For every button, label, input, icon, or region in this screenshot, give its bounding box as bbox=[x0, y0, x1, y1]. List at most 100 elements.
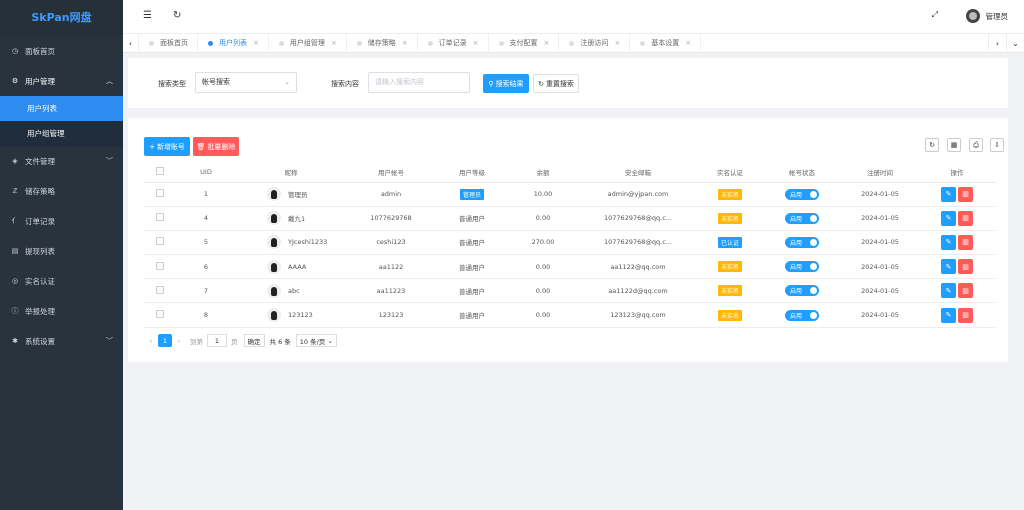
status-toggle[interactable]: 启用 bbox=[785, 261, 819, 273]
column-header[interactable]: 用户帐号 bbox=[346, 162, 436, 183]
search-input[interactable]: 请输入搜索内容 bbox=[368, 72, 470, 93]
column-header[interactable]: 注册时间 bbox=[842, 162, 918, 183]
fullscreen-icon[interactable]: ⤢ bbox=[932, 10, 938, 20]
status-toggle[interactable]: 启用 bbox=[785, 285, 819, 297]
refresh-icon[interactable]: ↻ bbox=[173, 10, 181, 21]
tab-dot-icon bbox=[356, 40, 362, 46]
tab-basic-settings[interactable]: 基本设置 × bbox=[630, 33, 702, 53]
sidebar-item-settings[interactable]: ✱ 系统设置 ﹀ bbox=[0, 326, 123, 356]
tab-registration[interactable]: 注册访问 × bbox=[559, 33, 631, 53]
select-all-checkbox[interactable] bbox=[156, 166, 164, 175]
sidebar-item-label: 实名认证 bbox=[25, 276, 55, 286]
tab-label: 订单记录 bbox=[438, 39, 467, 47]
sidebar-item-user-management[interactable]: ⚙ 用户管理 ︿ bbox=[0, 66, 123, 96]
balance-cell: 0.00 bbox=[508, 278, 578, 304]
row-checkbox[interactable] bbox=[156, 285, 164, 294]
tabs-dropdown-icon[interactable]: ⌄ bbox=[1006, 34, 1024, 53]
app-logo[interactable]: SkPan网盘 bbox=[0, 0, 123, 36]
delete-button[interactable]: ▥ bbox=[958, 283, 973, 299]
tab-user-list[interactable]: 用户列表 × bbox=[198, 33, 269, 53]
edit-button[interactable]: ✎ bbox=[941, 259, 956, 275]
edit-button[interactable]: ✎ bbox=[941, 186, 956, 202]
prev-page-icon[interactable]: ‹ bbox=[144, 334, 158, 347]
close-icon[interactable]: × bbox=[544, 39, 550, 47]
search-button[interactable]: ⚲ 搜索结果 bbox=[483, 74, 529, 93]
nickname-cell: YJceshi1233 bbox=[288, 238, 328, 247]
delete-button[interactable]: ▥ bbox=[958, 234, 973, 250]
status-toggle[interactable]: 启用 bbox=[785, 309, 819, 321]
sidebar-item-orders[interactable]: ⺅订单记录 bbox=[0, 206, 123, 236]
sidebar-item-reports[interactable]: ⓘ 举报处理 bbox=[0, 296, 123, 326]
column-header[interactable]: 帐号状态 bbox=[762, 162, 842, 183]
delete-button[interactable]: ▥ bbox=[958, 259, 973, 275]
page-size-select[interactable]: 10 条/页 ⌄ bbox=[295, 334, 337, 347]
close-icon[interactable]: × bbox=[614, 39, 620, 47]
print-icon[interactable]: ⎙ bbox=[969, 138, 983, 152]
status-toggle[interactable]: 启用 bbox=[785, 236, 819, 248]
tab-payment-config[interactable]: 支付配置 × bbox=[489, 33, 560, 53]
columns-filter-icon[interactable]: ▦ bbox=[947, 138, 961, 152]
tabs-scroll-left-icon[interactable]: ‹ bbox=[123, 33, 139, 53]
next-page-icon[interactable]: › bbox=[172, 334, 186, 347]
edit-button[interactable]: ✎ bbox=[941, 210, 956, 226]
tabs-scroll-right-icon[interactable]: › bbox=[988, 34, 1006, 53]
delete-button[interactable]: ▥ bbox=[958, 210, 973, 226]
tab-dashboard[interactable]: 面板首页 bbox=[139, 33, 198, 53]
delete-button[interactable]: ▥ bbox=[958, 307, 973, 323]
goto-page-input[interactable]: 1 bbox=[207, 334, 227, 347]
status-label: 启用 bbox=[790, 215, 803, 223]
sidebar-item-verification[interactable]: ◎ 实名认证 bbox=[0, 266, 123, 296]
user-menu[interactable]: 管理员 bbox=[965, 9, 1008, 23]
column-header[interactable]: 余额 bbox=[508, 162, 578, 183]
sidebar-item-dashboard[interactable]: ◷ 面板首页 bbox=[0, 36, 123, 66]
column-header[interactable]: 操作 bbox=[918, 162, 996, 183]
status-cell: 启用 bbox=[762, 278, 842, 304]
edit-button[interactable]: ✎ bbox=[941, 283, 956, 299]
table-refresh-icon[interactable]: ↻ bbox=[925, 138, 939, 152]
sidebar-item-label: 面板首页 bbox=[25, 46, 55, 56]
close-icon[interactable]: × bbox=[331, 39, 337, 47]
status-toggle[interactable]: 启用 bbox=[785, 188, 819, 200]
tab-orders[interactable]: 订单记录 × bbox=[418, 33, 489, 53]
page-number[interactable]: 1 bbox=[158, 334, 172, 347]
status-toggle[interactable]: 启用 bbox=[785, 212, 819, 224]
goto-confirm-button[interactable]: 确定 bbox=[243, 334, 265, 347]
row-checkbox[interactable] bbox=[156, 189, 164, 198]
sidebar-subitem-user-list[interactable]: 用户列表 bbox=[0, 96, 123, 121]
sidebar-item-storage-policy[interactable]: ℤ 储存策略 bbox=[0, 176, 123, 206]
actions-cell: ✎ ▥ bbox=[918, 206, 996, 231]
tab-user-groups[interactable]: 用户组管理 × bbox=[269, 33, 347, 53]
close-icon[interactable]: × bbox=[685, 39, 691, 47]
row-checkbox[interactable] bbox=[156, 261, 164, 270]
menu-toggle-icon[interactable]: ☰ bbox=[143, 10, 152, 21]
row-checkbox[interactable] bbox=[156, 310, 164, 319]
add-account-button[interactable]: + 新增账号 bbox=[144, 137, 190, 156]
sidebar-item-withdrawals[interactable]: ▤ 提现列表 bbox=[0, 236, 123, 266]
table-row: 1 管理员 admin 管理员 10.00 admin@yjpan.com 未实名 启用 202… bbox=[144, 182, 996, 207]
column-header[interactable]: 实名认证 bbox=[698, 162, 762, 183]
avatar bbox=[267, 283, 281, 298]
sidebar-item-files[interactable]: ◈ 文件管理 ﹀ bbox=[0, 146, 123, 176]
delete-button[interactable]: ▥ bbox=[958, 186, 973, 202]
edit-button[interactable]: ✎ bbox=[941, 307, 956, 323]
row-checkbox[interactable] bbox=[156, 213, 164, 222]
search-type-select[interactable]: 帐号搜索 ⌄ bbox=[195, 72, 297, 93]
reset-button[interactable]: ↻ 重置搜索 bbox=[533, 74, 579, 93]
edit-button[interactable]: ✎ bbox=[941, 234, 956, 250]
row-checkbox[interactable] bbox=[156, 237, 164, 246]
column-header[interactable]: 昵称 bbox=[236, 162, 346, 183]
export-icon[interactable]: ⇩ bbox=[990, 138, 1004, 152]
batch-delete-button[interactable]: 🗑 批量删除 bbox=[193, 137, 239, 156]
search-icon: ⚲ bbox=[488, 79, 494, 88]
column-header[interactable]: UID bbox=[176, 162, 236, 183]
tab-storage-policy[interactable]: 储存策略 × bbox=[347, 33, 418, 53]
close-icon[interactable]: × bbox=[253, 39, 259, 47]
close-icon[interactable]: × bbox=[473, 39, 479, 47]
column-header[interactable]: 安全邮箱 bbox=[578, 162, 698, 183]
tabs-bar: ‹ 面板首页 用户列表 × 用户组管理 × 储存策略 × 订单记录 × 支付配置 × 注册… bbox=[123, 33, 1024, 53]
column-header[interactable]: 用户等级 bbox=[436, 162, 508, 183]
close-icon[interactable]: × bbox=[402, 39, 408, 47]
status-cell: 启用 bbox=[762, 254, 842, 280]
trash-icon: 🗑 bbox=[196, 142, 206, 151]
sidebar-subitem-user-groups[interactable]: 用户组管理 bbox=[0, 121, 123, 146]
